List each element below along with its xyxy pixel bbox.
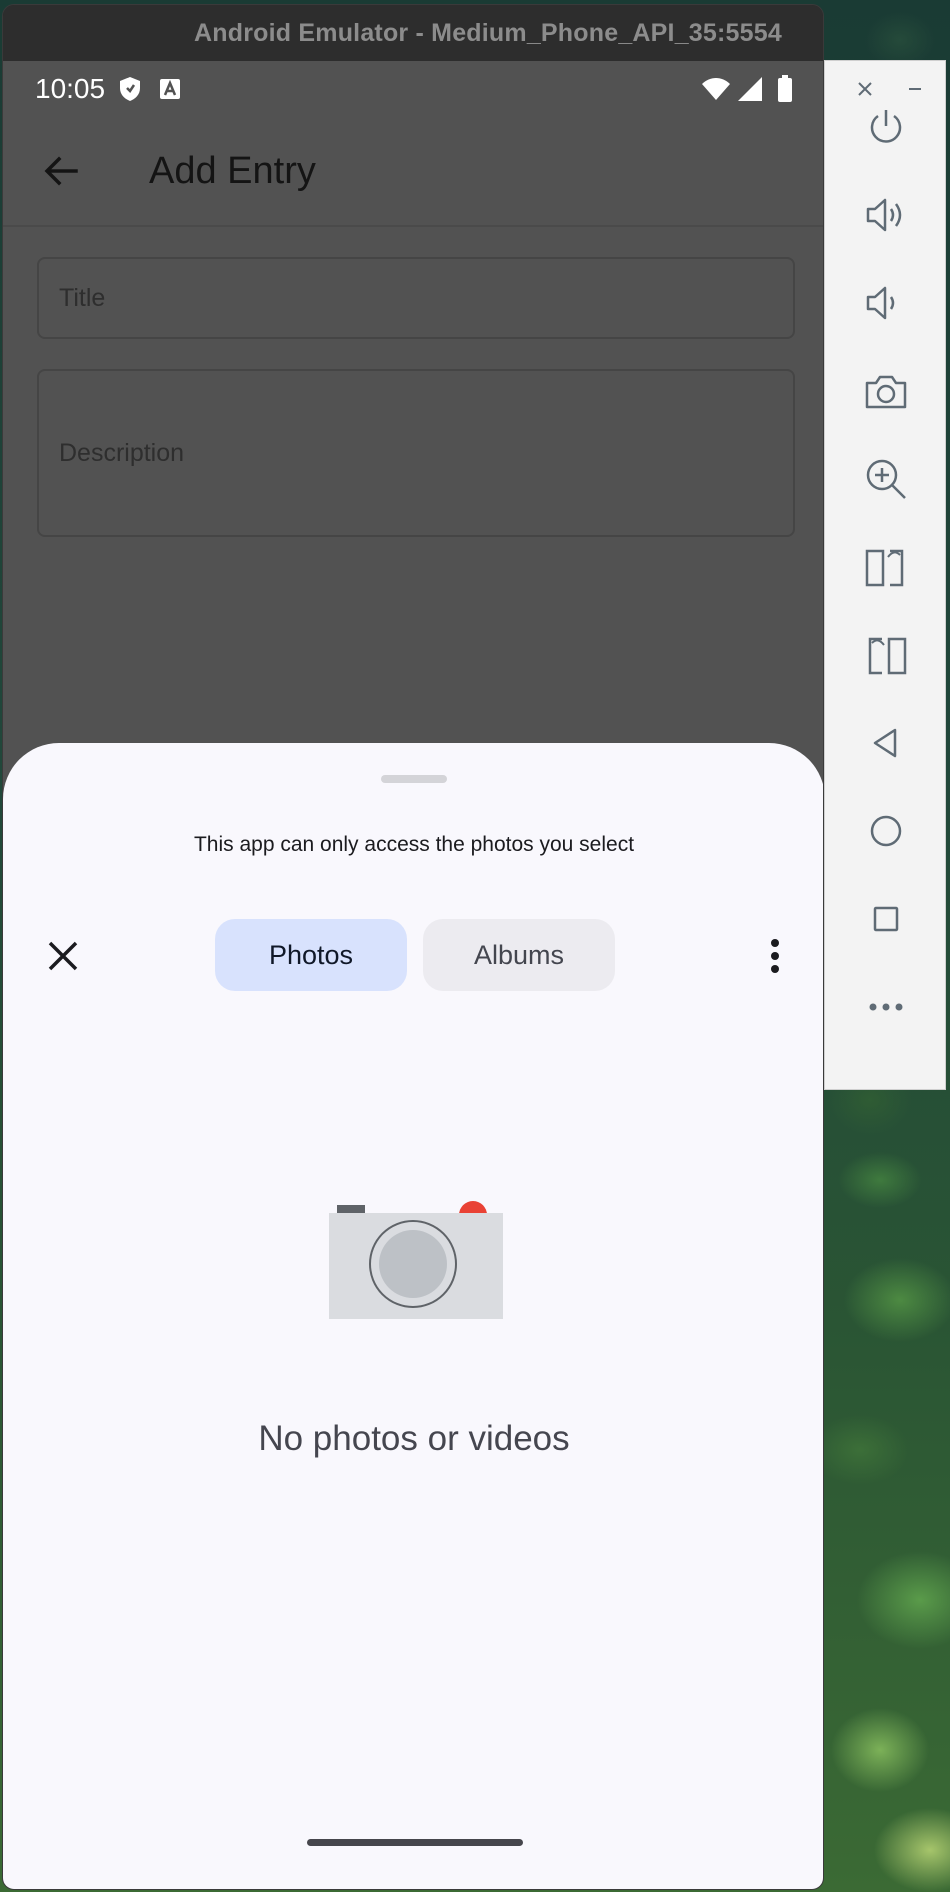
wifi-icon bbox=[701, 77, 731, 101]
screenshot-button[interactable] bbox=[856, 361, 916, 421]
zoom-in-icon bbox=[864, 457, 908, 501]
device-screen: 10:05 Add Entry Title Description This a… bbox=[3, 61, 823, 1889]
tab-albums[interactable]: Albums bbox=[423, 919, 615, 991]
nav-overview-button[interactable] bbox=[856, 889, 916, 949]
tab-photos[interactable]: Photos bbox=[215, 919, 407, 991]
gesture-navigation-bar[interactable] bbox=[307, 1839, 523, 1846]
tab-photos-label: Photos bbox=[268, 939, 354, 970]
signal-icon bbox=[737, 76, 763, 102]
emulator-window: Android Emulator - Medium_Phone_API_35:5… bbox=[2, 4, 824, 1890]
nav-home-button[interactable] bbox=[856, 801, 916, 861]
more-button[interactable] bbox=[856, 977, 916, 1037]
empty-state-message: No photos or videos bbox=[258, 1419, 570, 1458]
close-icon bbox=[47, 940, 79, 972]
access-notice: This app can only access the photos you … bbox=[193, 833, 635, 856]
camera-illustration-icon bbox=[325, 1193, 505, 1323]
shield-icon bbox=[119, 76, 141, 102]
close-button[interactable] bbox=[35, 928, 91, 984]
more-horizontal-icon bbox=[868, 1002, 904, 1012]
picker-header: Photos Albums bbox=[3, 919, 823, 993]
battery-icon bbox=[777, 75, 793, 103]
overview-square-icon bbox=[872, 905, 900, 933]
description-field[interactable]: Description bbox=[37, 369, 795, 537]
rotate-right-button[interactable] bbox=[856, 625, 916, 685]
back-triangle-icon bbox=[871, 727, 901, 759]
volume-down-icon bbox=[864, 283, 908, 323]
status-time: 10:05 bbox=[35, 73, 106, 104]
volume-down-button[interactable] bbox=[856, 273, 916, 333]
tab-albums-label: Albums bbox=[473, 939, 565, 970]
rotate-right-icon bbox=[864, 633, 908, 677]
rotate-left-icon bbox=[864, 545, 908, 589]
description-field-placeholder: Description bbox=[59, 438, 185, 467]
rotate-left-button[interactable] bbox=[856, 537, 916, 597]
power-button[interactable] bbox=[856, 97, 916, 157]
window-title: Android Emulator - Medium_Phone_API_35:5… bbox=[194, 18, 782, 47]
sheet-drag-handle[interactable] bbox=[381, 775, 447, 783]
emulator-toolbar bbox=[824, 60, 946, 1090]
nav-back-button[interactable] bbox=[856, 713, 916, 773]
home-circle-icon bbox=[869, 814, 903, 848]
title-field[interactable]: Title bbox=[37, 257, 795, 339]
a-notification-icon bbox=[159, 78, 181, 100]
more-options-button[interactable] bbox=[755, 928, 795, 984]
camera-icon bbox=[864, 371, 908, 411]
emulator-titlebar[interactable]: Android Emulator - Medium_Phone_API_35:5… bbox=[3, 5, 823, 61]
title-field-placeholder: Title bbox=[59, 283, 106, 312]
back-button[interactable] bbox=[33, 143, 89, 199]
volume-up-button[interactable] bbox=[856, 185, 916, 245]
more-vertical-icon bbox=[770, 938, 780, 974]
photo-picker-sheet: This app can only access the photos you … bbox=[3, 743, 823, 1889]
zoom-button[interactable] bbox=[856, 449, 916, 509]
status-bar: 10:05 bbox=[3, 61, 823, 117]
page-title: Add Entry bbox=[149, 149, 316, 192]
top-app-bar: Add Entry bbox=[3, 117, 823, 227]
close-icon bbox=[857, 81, 873, 97]
minimize-icon bbox=[907, 81, 923, 97]
volume-up-icon bbox=[864, 195, 908, 235]
arrow-left-icon bbox=[44, 156, 78, 186]
power-icon bbox=[866, 107, 906, 147]
